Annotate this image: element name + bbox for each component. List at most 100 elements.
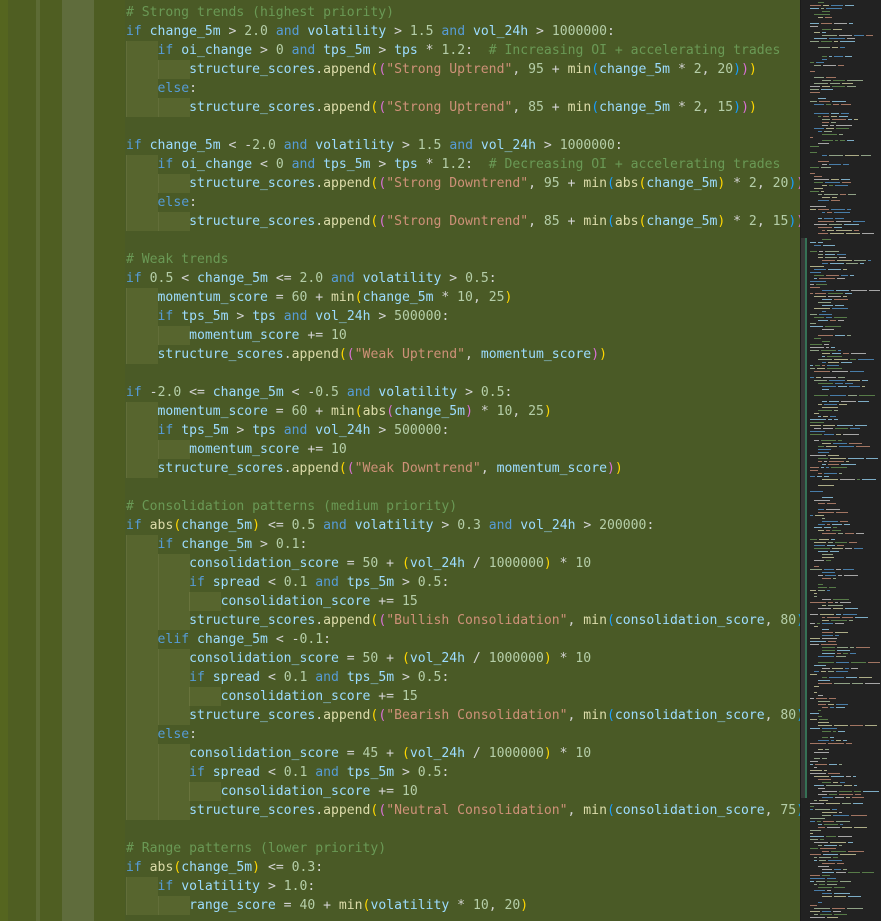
- code-line[interactable]: momentum_score += 10: [126, 440, 800, 459]
- code-token: tps_5m: [346, 575, 395, 590]
- minimap-slider[interactable]: [801, 238, 807, 798]
- minimap-line: [828, 293, 843, 294]
- code-line[interactable]: structure_scores.append(("Bullish Consol…: [126, 611, 800, 630]
- code-line[interactable]: consolidation_score += 10: [126, 782, 800, 801]
- code-line[interactable]: structure_scores.append(("Weak Downtrend…: [126, 459, 800, 478]
- code-line[interactable]: structure_scores.append(("Strong Uptrend…: [126, 98, 800, 117]
- minimap-line: [839, 446, 854, 447]
- minimap-line: [814, 32, 820, 33]
- code-line[interactable]: if volatility > 1.0:: [126, 877, 800, 896]
- code-line[interactable]: [126, 231, 800, 250]
- code-token: 0.5: [417, 670, 442, 685]
- code-line[interactable]: range_score = 40 + min(volatility * 10, …: [126, 896, 800, 915]
- code-token: :: [465, 43, 489, 58]
- code-lines[interactable]: # Strong trends (highest priority) if cha…: [126, 3, 800, 915]
- minimap-line: [810, 917, 825, 918]
- minimap-line: [814, 785, 824, 786]
- code-line[interactable]: structure_scores.append(("Strong Uptrend…: [126, 60, 800, 79]
- code-line[interactable]: if tps_5m > tps and vol_24h > 500000:: [126, 307, 800, 326]
- code-line[interactable]: else:: [126, 79, 800, 98]
- code-line[interactable]: if change_5m > 2.0 and volatility > 1.5 …: [126, 22, 800, 41]
- code-line[interactable]: else:: [126, 725, 800, 744]
- code-token: if: [126, 860, 142, 875]
- code-token: 95: [528, 62, 544, 77]
- minimap-line: [825, 182, 840, 183]
- code-token: .: [315, 803, 324, 818]
- minimap[interactable]: [801, 0, 881, 921]
- code-line[interactable]: if oi_change > 0 and tps_5m > tps * 1.2:…: [126, 41, 800, 60]
- minimap-line: [835, 602, 838, 603]
- minimap-line: [828, 455, 839, 456]
- code-line[interactable]: if 0.5 < change_5m <= 2.0 and volatility…: [126, 269, 800, 288]
- code-line[interactable]: structure_scores.append(("Bearish Consol…: [126, 706, 800, 725]
- code-token: ,: [567, 803, 584, 818]
- minimap-line: [826, 509, 840, 510]
- minimap-line: [827, 545, 835, 546]
- code-line[interactable]: momentum_score += 10: [126, 326, 800, 345]
- minimap-line: [830, 320, 836, 321]
- minimap-line: [844, 524, 850, 525]
- minimap-line: [862, 872, 874, 873]
- code-line[interactable]: else:: [126, 193, 800, 212]
- code-line[interactable]: if oi_change < 0 and tps_5m > tps * 1.2:…: [126, 155, 800, 174]
- code-line[interactable]: [126, 364, 800, 383]
- code-token: 2: [693, 100, 702, 115]
- code-line[interactable]: if abs(change_5m) <= 0.3:: [126, 858, 800, 877]
- code-token: +: [307, 404, 332, 419]
- code-line[interactable]: if change_5m > 0.1:: [126, 535, 800, 554]
- code-token: structure_scores: [189, 803, 316, 818]
- minimap-line: [818, 608, 831, 609]
- code-line[interactable]: if tps_5m > tps and vol_24h > 500000:: [126, 421, 800, 440]
- code-line[interactable]: [126, 478, 800, 497]
- minimap-line: [814, 566, 819, 567]
- minimap-line: [851, 815, 867, 816]
- code-line[interactable]: structure_scores.append(("Strong Downtre…: [126, 212, 800, 231]
- code-line[interactable]: if spread < 0.1 and tps_5m > 0.5:: [126, 573, 800, 592]
- code-token: ): [543, 746, 552, 761]
- code-token: (: [401, 746, 410, 761]
- code-line[interactable]: momentum_score = 60 + min(change_5m * 10…: [126, 288, 800, 307]
- code-line[interactable]: # Consolidation patterns (medium priorit…: [126, 497, 800, 516]
- code-line[interactable]: structure_scores.append(("Weak Uptrend",…: [126, 345, 800, 364]
- minimap-line: [842, 83, 853, 84]
- minimap-line: [823, 116, 829, 117]
- code-line[interactable]: elif change_5m < -0.1:: [126, 630, 800, 649]
- code-line[interactable]: # Strong trends (highest priority): [126, 3, 800, 22]
- code-line[interactable]: momentum_score = 60 + min(abs(change_5m)…: [126, 402, 800, 421]
- minimap-line: [832, 530, 841, 531]
- minimap-line: [823, 5, 829, 6]
- minimap-line: [853, 803, 863, 804]
- code-line[interactable]: consolidation_score = 45 + (vol_24h / 10…: [126, 744, 800, 763]
- code-editor[interactable]: # Strong trends (highest priority) if cha…: [0, 0, 800, 921]
- code-line[interactable]: structure_scores.append(("Neutral Consol…: [126, 801, 800, 820]
- code-line[interactable]: [126, 820, 800, 839]
- minimap-line: [849, 23, 853, 24]
- code-line[interactable]: if spread < 0.1 and tps_5m > 0.5:: [126, 668, 800, 687]
- minimap-line: [835, 335, 845, 336]
- code-line[interactable]: if change_5m < -2.0 and volatility > 1.5…: [126, 136, 800, 155]
- minimap-line: [810, 167, 819, 168]
- code-token: abs: [614, 214, 639, 229]
- minimap-line: [824, 434, 834, 435]
- code-line[interactable]: consolidation_score += 15: [126, 592, 800, 611]
- code-line[interactable]: consolidation_score += 15: [126, 687, 800, 706]
- code-line[interactable]: consolidation_score = 50 + (vol_24h / 10…: [126, 649, 800, 668]
- minimap-line: [854, 791, 861, 792]
- code-line[interactable]: consolidation_score = 50 + (vol_24h / 10…: [126, 554, 800, 573]
- code-line[interactable]: # Range patterns (lower priority): [126, 839, 800, 858]
- code-line[interactable]: if -2.0 <= change_5m < -0.5 and volatili…: [126, 383, 800, 402]
- code-line[interactable]: # Weak trends: [126, 250, 800, 269]
- minimap-line: [850, 275, 854, 276]
- minimap-line: [836, 740, 841, 741]
- code-token: ,: [480, 461, 497, 476]
- code-line[interactable]: if abs(change_5m) <= 0.5 and volatility …: [126, 516, 800, 535]
- code-token: 0.5: [149, 271, 174, 286]
- code-line[interactable]: structure_scores.append(("Strong Downtre…: [126, 174, 800, 193]
- code-line[interactable]: [126, 117, 800, 136]
- code-line[interactable]: if spread < 0.1 and tps_5m > 0.5:: [126, 763, 800, 782]
- code-token: *: [417, 157, 442, 172]
- minimap-line: [819, 314, 832, 315]
- minimap-line: [828, 860, 842, 861]
- minimap-line: [847, 80, 863, 81]
